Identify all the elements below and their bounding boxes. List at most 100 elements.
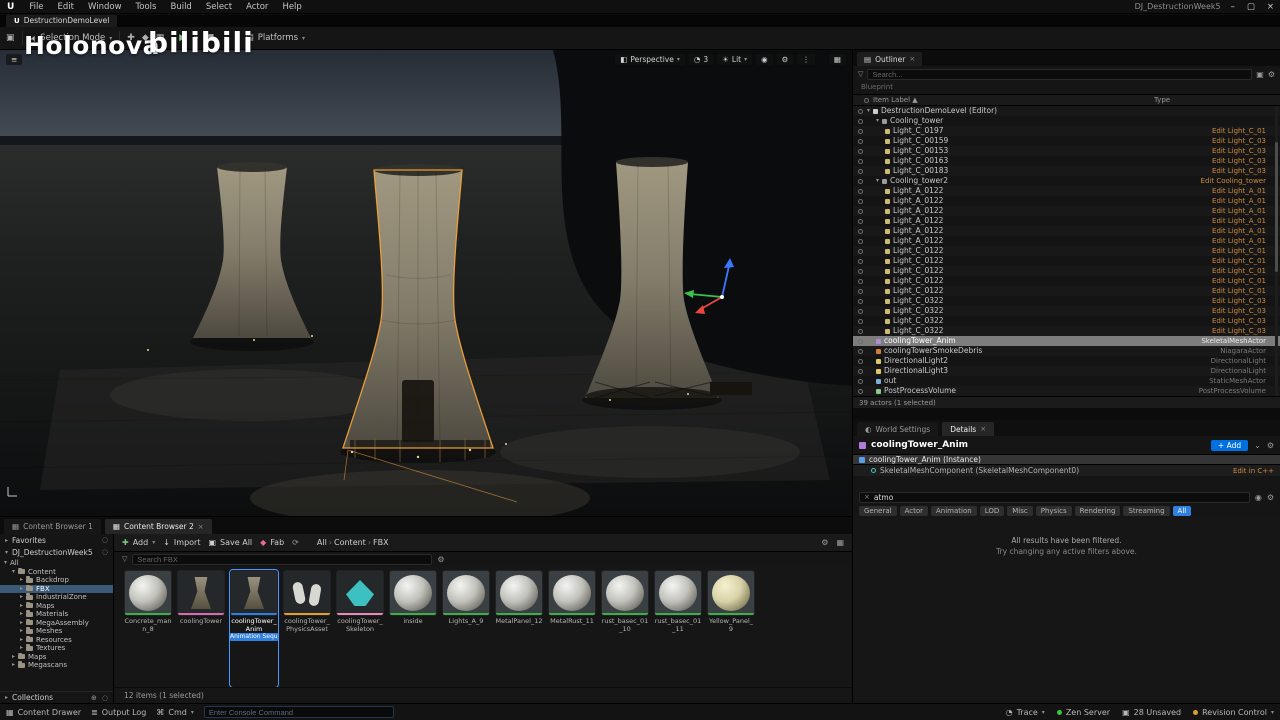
filter-chip-all[interactable]: All (1172, 506, 1192, 516)
folder-row-fbx[interactable]: ▸ FBX (0, 584, 113, 593)
visibility-eye-icon[interactable] (858, 358, 863, 364)
tab-content-browser-2[interactable]: ▦ Content Browser 2 × (104, 519, 212, 534)
new-folder-icon[interactable]: ▣ (1256, 70, 1264, 79)
close-button[interactable]: × (1267, 2, 1274, 12)
outliner-type-link[interactable]: Edit Light_C_03 (1154, 156, 1266, 166)
visibility-eye-icon[interactable] (858, 278, 863, 284)
asset-tile[interactable]: coolingTower (177, 570, 225, 687)
outliner-row[interactable]: Light_A_0122 Edit Light_A_01 (853, 206, 1280, 216)
expand-caret-icon[interactable]: ▾ (876, 116, 879, 126)
folder-row-resources[interactable]: ▸ Resources (0, 636, 113, 645)
filter-icon[interactable]: ▽ (122, 555, 127, 563)
viewport-options-button[interactable]: ⋮ (797, 53, 815, 65)
asset-tile[interactable]: Yellow_Panel_9 (707, 570, 755, 687)
visibility-eye-icon[interactable] (858, 218, 863, 224)
edit-in-cpp-link[interactable]: Edit in C++ (1233, 467, 1274, 475)
outliner-row[interactable]: DirectionalLight3 DirectionalLight (853, 366, 1280, 376)
outliner-row[interactable]: ▾ Cooling_tower (853, 116, 1280, 126)
sync-icon[interactable]: ⟳ (292, 538, 299, 547)
outliner-type-link[interactable]: Edit Light_A_01 (1154, 206, 1266, 216)
visibility-eye-icon[interactable] (858, 188, 863, 194)
details-view-settings-icon[interactable]: ⚙ (1267, 493, 1274, 502)
asset-tile[interactable]: rust_basec_01_11 (654, 570, 702, 687)
tab-content-browser-1[interactable]: ▦ Content Browser 1 (4, 519, 101, 534)
outliner-type-link[interactable]: Edit Light_A_01 (1154, 236, 1266, 246)
filter-chip-physics[interactable]: Physics (1035, 506, 1072, 516)
search-icon[interactable]: ◌ (102, 548, 108, 556)
close-icon[interactable]: × (980, 425, 986, 433)
visibility-eye-icon[interactable] (858, 258, 863, 264)
asset-tile[interactable]: Lights_A_9 (442, 570, 490, 687)
visibility-eye-icon[interactable] (858, 198, 863, 204)
project-root-section[interactable]: ▾ DJ_DestructionWeek5 ◌ (0, 546, 113, 558)
outliner-row[interactable]: Light_C_0197 Edit Light_C_01 (853, 126, 1280, 136)
column-item-label[interactable]: Item Label ▲ (873, 96, 918, 104)
outliner-row[interactable]: Light_C_0322 Edit Light_C_03 (853, 326, 1280, 336)
details-search-input[interactable]: × atmo (859, 491, 1250, 503)
breadcrumb-all[interactable]: All (317, 538, 327, 547)
outliner-type-link[interactable]: Edit Light_C_03 (1154, 296, 1266, 306)
viewport-settings-button[interactable]: ⚙ (776, 53, 794, 65)
outliner-row[interactable]: Light_C_0322 Edit Light_C_03 (853, 306, 1280, 316)
outliner-type-link[interactable]: Edit Light_C_01 (1154, 126, 1266, 136)
menu-item-select[interactable]: Select (199, 0, 239, 14)
outliner-type-link[interactable]: Edit Light_A_01 (1154, 186, 1266, 196)
save-all-button[interactable]: ▣ Save All (208, 538, 252, 547)
visibility-eye-icon[interactable] (858, 178, 863, 184)
asset-search-input[interactable] (132, 553, 433, 565)
outliner-row[interactable]: Light_C_0122 Edit Light_C_01 (853, 256, 1280, 266)
add-asset-button[interactable]: ✚ Add ▾ (122, 538, 155, 547)
visibility-eye-icon[interactable] (858, 228, 863, 234)
menu-item-window[interactable]: Window (81, 0, 129, 14)
visibility-eye-icon[interactable] (858, 248, 863, 254)
menu-item-file[interactable]: File (22, 0, 50, 14)
outliner-row[interactable]: coolingTowerSmokeDebris NiagaraActor (853, 346, 1280, 356)
outliner-type-link[interactable]: Edit Light_A_01 (1154, 196, 1266, 206)
trace-dropdown[interactable]: ◔ Trace ▾ (1006, 708, 1045, 717)
search-icon[interactable]: ◌ (102, 694, 108, 702)
asset-tile[interactable]: MetalRust_11 (548, 570, 596, 687)
filter-chip-lod[interactable]: LOD (979, 506, 1005, 516)
add-component-button[interactable]: + Add (1210, 439, 1249, 451)
outliner-row[interactable]: Light_C_0122 Edit Light_C_01 (853, 266, 1280, 276)
visibility-eye-icon[interactable] (858, 308, 863, 314)
asset-tile[interactable]: coolingTower_Skeleton (336, 570, 384, 687)
outliner-row[interactable]: Light_C_0122 Edit Light_C_01 (853, 246, 1280, 256)
folder-row-maps[interactable]: ▸ Maps (0, 653, 113, 662)
asset-tile[interactable]: rust_basec_01_10 (601, 570, 649, 687)
details-settings-icon[interactable]: ⚙ (1267, 441, 1274, 450)
minimize-button[interactable]: – (1231, 2, 1235, 12)
outliner-row[interactable]: Light_A_0122 Edit Light_A_01 (853, 196, 1280, 206)
breadcrumb-fbx[interactable]: FBX (373, 538, 389, 547)
column-type[interactable]: Type (1154, 96, 1266, 104)
outliner-row[interactable]: Light_C_0322 Edit Light_C_03 (853, 296, 1280, 306)
favorites-section[interactable]: ▸ Favorites ◌ (0, 534, 113, 546)
view-options-icon[interactable]: ⚙ (437, 555, 444, 564)
visibility-eye-icon[interactable] (858, 108, 863, 114)
import-button[interactable]: ↓ Import (163, 538, 200, 547)
clear-search-icon[interactable]: × (864, 493, 870, 501)
outliner-type-link[interactable]: Edit Light_C_03 (1154, 326, 1266, 336)
unsaved-packages-button[interactable]: ▣ 28 Unsaved (1122, 708, 1181, 717)
visibility-eye-icon[interactable] (858, 268, 863, 274)
asset-tile[interactable]: coolingTower_PhysicsAsset (283, 570, 331, 687)
filter-chip-misc[interactable]: Misc (1007, 506, 1033, 516)
visibility-eye-icon[interactable] (858, 328, 863, 334)
expand-caret-icon[interactable]: ▾ (867, 106, 870, 116)
outliner-row[interactable]: Light_A_0122 Edit Light_A_01 (853, 186, 1280, 196)
perspective-dropdown[interactable]: ◧ Perspective ▾ (615, 53, 685, 65)
add-collection-icon[interactable]: ⊕ (91, 694, 97, 702)
visibility-eye-icon[interactable] (858, 168, 863, 174)
expand-caret-icon[interactable]: ▾ (876, 176, 879, 186)
component-row-skeletalmesh[interactable]: SkeletalMeshComponent (SkeletalMeshCompo… (853, 465, 1280, 476)
visibility-eye-icon[interactable] (858, 348, 863, 354)
level-tab[interactable]: U DestructionDemoLevel (6, 15, 118, 27)
viewport-menu-button[interactable]: ≡ (6, 53, 23, 65)
display-filter-icon[interactable]: ◉ (1255, 493, 1262, 502)
visibility-eye-icon[interactable] (858, 388, 863, 394)
outliner-row[interactable]: Light_A_0122 Edit Light_A_01 (853, 236, 1280, 246)
outliner-type-link[interactable]: Edit Light_C_01 (1154, 266, 1266, 276)
folder-row-backdrop[interactable]: ▸ Backdrop (0, 576, 113, 585)
outliner-type-link[interactable]: Edit Light_C_01 (1154, 276, 1266, 286)
outliner-row[interactable]: Light_C_00153 Edit Light_C_03 (853, 146, 1280, 156)
